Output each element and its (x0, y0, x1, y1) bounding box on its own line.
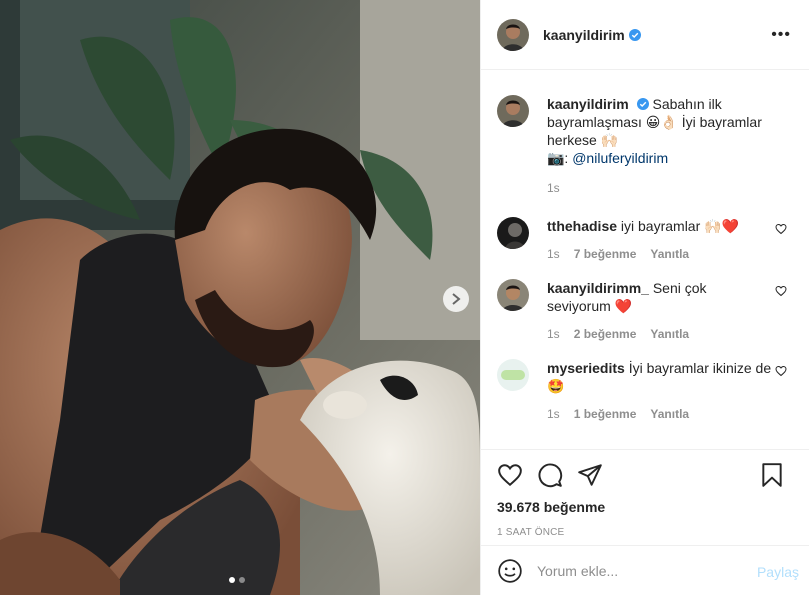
commenter-avatar[interactable] (497, 279, 529, 311)
comment-time[interactable]: 1s (547, 407, 560, 421)
comment-username[interactable]: myseriedits (547, 360, 625, 376)
comment-composer: Paylaş (481, 545, 809, 595)
caption-text: kaanyildirim Sabahın ilk bayramlaşması 😀… (547, 95, 772, 167)
comment-body: iyi bayramlar 🙌🏻❤️ (620, 218, 740, 234)
action-bar (497, 450, 793, 500)
comment-meta: 1s 1 beğenme Yanıtla (547, 407, 772, 421)
comment-time[interactable]: 1s (547, 327, 560, 341)
reply-button[interactable]: Yanıtla (650, 327, 689, 341)
like-count[interactable]: 39.678 beğenme (497, 499, 793, 515)
author-avatar[interactable] (497, 18, 529, 51)
post-media[interactable] (0, 0, 480, 595)
comment-input[interactable] (537, 562, 747, 579)
heart-icon[interactable] (775, 223, 787, 235)
comment-username[interactable]: tthehadise (547, 218, 617, 234)
comment-time[interactable]: 1s (547, 247, 560, 261)
emoji-smiley-icon[interactable] (497, 558, 523, 584)
verified-badge-icon (628, 28, 641, 41)
comment-text: kaanyildirimm_ Seni çok seviyorum ❤️ (547, 279, 772, 315)
commenter-avatar[interactable] (497, 359, 529, 391)
caption-time[interactable]: 1s (547, 181, 560, 195)
reply-button[interactable]: Yanıtla (650, 247, 689, 261)
comment-item: kaanyildirimm_ Seni çok seviyorum ❤️ 1s … (497, 279, 793, 341)
comment-likes[interactable]: 1 beğenme (574, 407, 637, 421)
comment-item: tthehadise iyi bayramlar 🙌🏻❤️ 1s 7 beğen… (497, 217, 793, 261)
comment-likes[interactable]: 7 beğenme (574, 247, 637, 261)
reply-button[interactable]: Yanıtla (650, 407, 689, 421)
comment-username[interactable]: kaanyildirimm_ (547, 280, 649, 296)
comments-list[interactable]: kaanyildirim Sabahın ilk bayramlaşması 😀… (481, 71, 809, 449)
heart-icon[interactable] (775, 365, 787, 377)
share-paper-plane-icon[interactable] (577, 462, 603, 488)
comment-text: myseriedits İyi bayramlar ikinize de 🤩 (547, 359, 772, 395)
post-timestamp[interactable]: 1 SAAT ÖNCE (497, 527, 793, 538)
comment-bubble-icon[interactable] (537, 462, 563, 488)
post-photo (0, 0, 480, 595)
comment-likes[interactable]: 2 beğenme (574, 327, 637, 341)
carousel-dot (239, 577, 245, 583)
next-photo-button[interactable] (443, 286, 469, 312)
bookmark-icon[interactable] (759, 462, 785, 488)
mention-link[interactable]: @niluferyildirim (572, 150, 668, 166)
camera-credit: 📷: (547, 150, 569, 166)
caption: kaanyildirim Sabahın ilk bayramlaşması 😀… (497, 95, 793, 195)
post-actions: 39.678 beğenme 1 SAAT ÖNCE (481, 449, 809, 538)
carousel-indicator (229, 577, 245, 583)
post-comment-button[interactable]: Paylaş (757, 564, 799, 580)
comment-meta: 1s 7 beğenme Yanıtla (547, 247, 772, 261)
caption-avatar[interactable] (497, 95, 529, 127)
heart-icon[interactable] (775, 285, 787, 297)
comment-meta: 1s 2 beğenme Yanıtla (547, 327, 772, 341)
verified-badge-icon (636, 98, 649, 110)
comment-text: tthehadise iyi bayramlar 🙌🏻❤️ (547, 217, 772, 235)
chevron-right-icon (452, 293, 461, 305)
carousel-dot-active (229, 577, 235, 583)
comment-item: myseriedits İyi bayramlar ikinize de 🤩 1… (497, 359, 793, 421)
commenter-avatar[interactable] (497, 217, 529, 249)
post-sidebar: kaanyildirim ••• kaanyildirim Sabahın il… (480, 0, 809, 595)
author-username[interactable]: kaanyildirim (543, 27, 625, 43)
caption-username[interactable]: kaanyildirim (547, 96, 629, 112)
like-heart-icon[interactable] (497, 462, 523, 488)
caption-meta: 1s (547, 181, 772, 195)
more-options-button[interactable]: ••• (771, 27, 791, 43)
post-header: kaanyildirim ••• (481, 0, 809, 70)
